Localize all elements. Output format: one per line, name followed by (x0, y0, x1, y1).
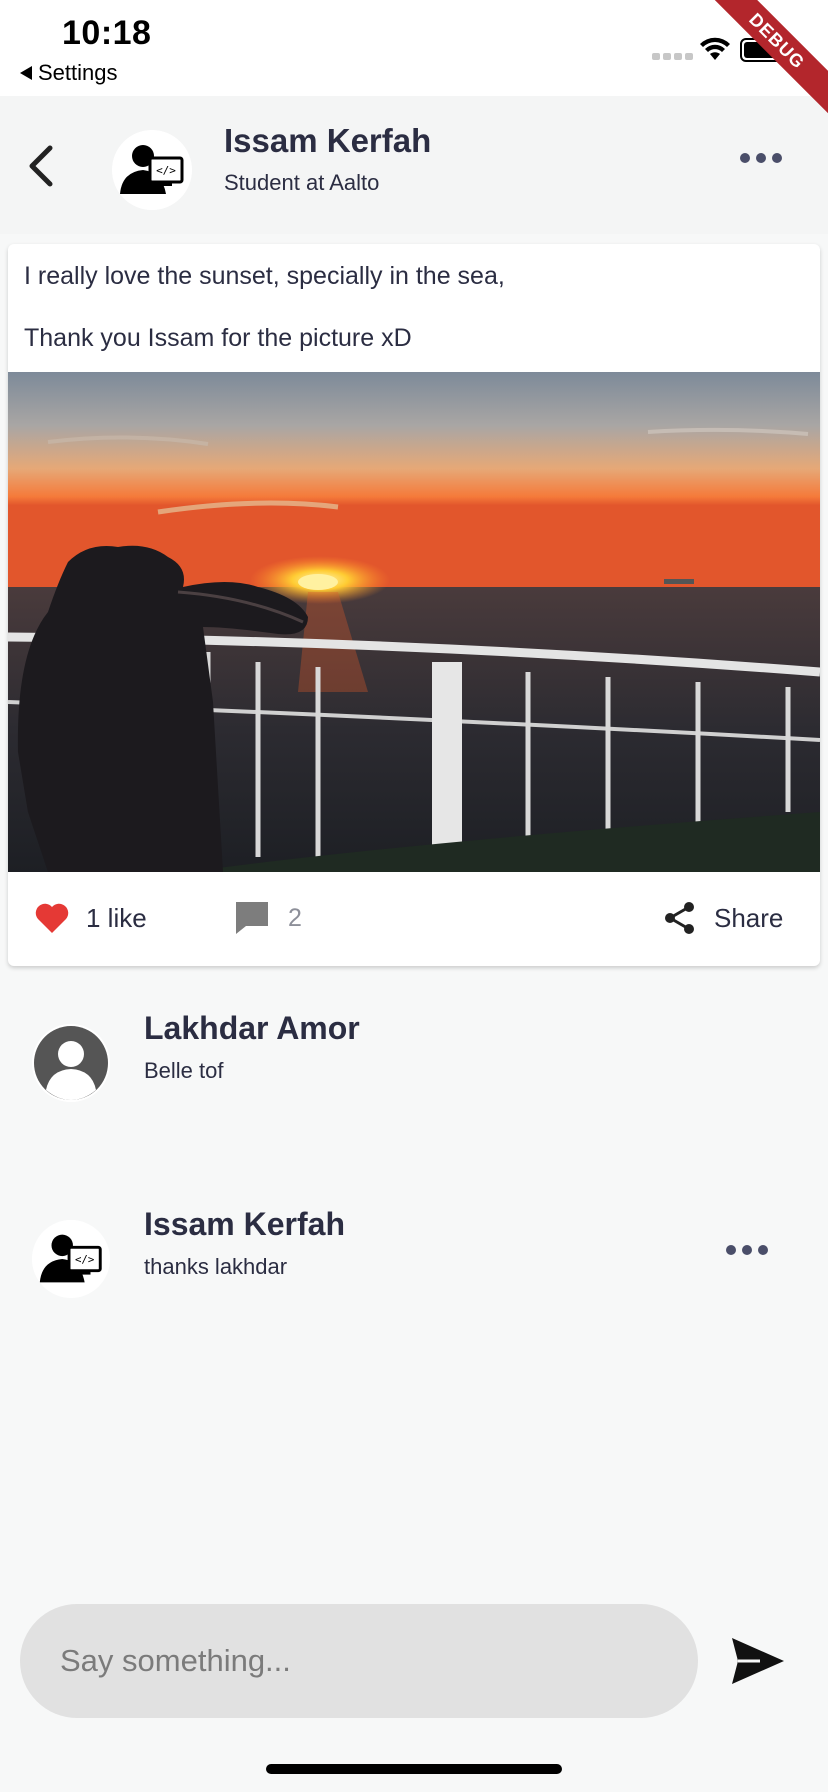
default-person-avatar-icon (32, 1024, 110, 1102)
developer-avatar-icon: </> (112, 130, 192, 210)
comment-button[interactable]: 2 (234, 900, 302, 936)
comment-item: Lakhdar Amor Belle tof (0, 1000, 828, 1120)
share-label: Share (714, 902, 784, 933)
comment-composer (20, 1604, 698, 1718)
send-icon[interactable] (730, 1636, 786, 1686)
commenter-name[interactable]: Lakhdar Amor (144, 1010, 360, 1047)
comment-text: Belle tof (144, 1058, 224, 1083)
svg-text:</>: </> (75, 1253, 94, 1266)
post-header: </> Issam Kerfah Student at Aalto (0, 96, 828, 234)
chevron-left-icon[interactable] (22, 142, 62, 190)
post-text-line-1: I really love the sunset, specially in t… (24, 262, 505, 290)
wifi-icon (700, 37, 730, 60)
commenter-name[interactable]: Issam Kerfah (144, 1206, 345, 1243)
post-card: I really love the sunset, specially in t… (8, 244, 820, 966)
comment-input[interactable] (60, 1604, 660, 1718)
back-to-settings-link[interactable]: Settings (20, 60, 118, 86)
developer-avatar-icon: </> (32, 1220, 110, 1298)
share-button[interactable]: Share (662, 900, 783, 936)
heart-icon (35, 903, 69, 933)
author-name[interactable]: Issam Kerfah (224, 122, 431, 160)
more-options-icon[interactable] (740, 148, 788, 168)
author-subtitle: Student at Aalto (224, 170, 380, 195)
commenter-avatar[interactable] (32, 1024, 110, 1102)
post-actions: 1 like 2 Share (8, 872, 820, 966)
comment-icon (236, 902, 268, 934)
back-triangle-icon (20, 66, 32, 80)
share-icon (665, 902, 694, 934)
status-time: 10:18 (62, 14, 152, 52)
comment-item: </> Issam Kerfah thanks lakhdar (0, 1196, 828, 1316)
author-avatar[interactable]: </> (112, 130, 192, 210)
back-to-settings-label: Settings (38, 60, 118, 85)
svg-text:</>: </> (156, 164, 176, 177)
comment-text: thanks lakhdar (144, 1254, 288, 1279)
comment-more-options-icon[interactable] (726, 1240, 774, 1260)
cellular-signal-icon (652, 53, 693, 60)
comment-count: 2 (288, 903, 302, 932)
home-indicator[interactable] (266, 1764, 562, 1774)
post-text-line-2: Thank you Issam for the picture xD (24, 324, 412, 352)
commenter-avatar[interactable]: </> (32, 1220, 110, 1298)
post-photo[interactable] (8, 372, 820, 872)
like-count: 1 like (86, 902, 147, 933)
status-bar: 10:18 Settings (0, 0, 828, 96)
like-button[interactable]: 1 like (34, 902, 147, 934)
